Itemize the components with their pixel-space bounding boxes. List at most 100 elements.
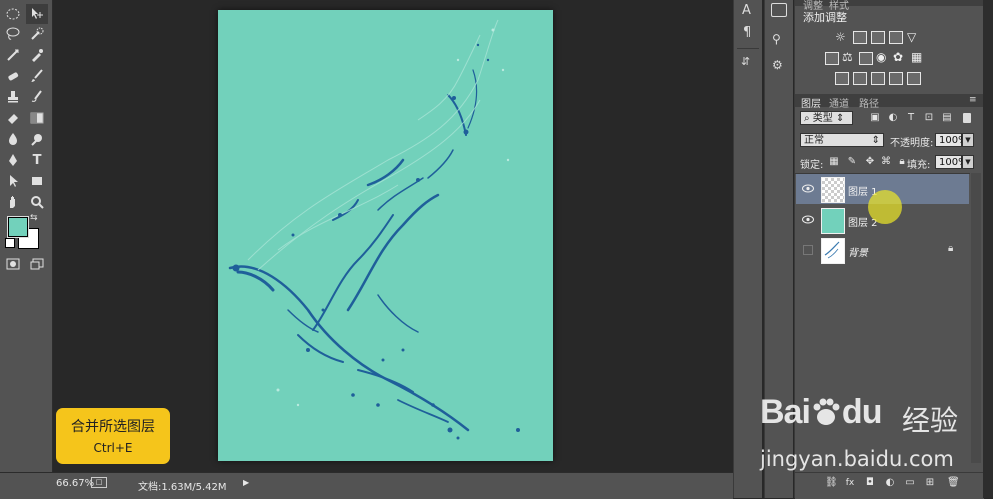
filter-label: 类型 <box>812 113 833 124</box>
tab-layers[interactable]: 图层 <box>801 95 821 110</box>
tool-presets-icon[interactable]: ⚙ <box>772 58 783 72</box>
path-select-tool-icon[interactable] <box>2 171 24 191</box>
quick-mask-icon[interactable] <box>2 254 24 274</box>
tools-panel: T ⇆ <box>0 0 53 478</box>
black-white-icon[interactable] <box>859 52 873 65</box>
color-lookup-icon[interactable]: ▦ <box>911 50 922 64</box>
channel-mixer-icon[interactable]: ✿ <box>893 50 903 64</box>
character-panel-icon[interactable]: A <box>742 3 751 18</box>
baidu-logo: Bai du <box>760 393 882 432</box>
vibrance-icon[interactable] <box>825 52 839 65</box>
opacity-field[interactable]: 100% <box>935 133 968 147</box>
photo-filter-icon[interactable]: ◉ <box>876 50 886 64</box>
filter-type-icon[interactable]: T <box>906 113 916 123</box>
curves-icon[interactable] <box>871 31 885 44</box>
shortcut-keys: Ctrl+E <box>93 441 133 455</box>
layer-row-3[interactable]: 背景 🔒︎ <box>796 235 969 265</box>
filter-toggle[interactable] <box>963 113 971 123</box>
filter-pixel-icon[interactable]: ▣ <box>870 113 880 123</box>
lock-artboard-icon[interactable]: ⌘ <box>881 157 891 167</box>
foreground-color-swatch[interactable] <box>7 216 29 238</box>
status-bar: 66.67% □ 文档:1.63M/5.42M ▶ <box>0 472 733 499</box>
hand-tool-icon[interactable] <box>2 192 24 212</box>
layers-tab-bar <box>795 94 984 107</box>
levels-icon[interactable] <box>853 31 867 44</box>
gradient-map-icon[interactable] <box>907 72 921 85</box>
adjustments-title: 添加调整 <box>803 11 847 24</box>
shortcut-title: 合并所选图层 <box>71 419 155 435</box>
document-canvas[interactable] <box>218 10 553 461</box>
panel-menu-icon[interactable]: ≡ <box>969 95 977 105</box>
layer-thumbnail <box>821 177 845 203</box>
swap-colors-icon[interactable]: ⇆ <box>30 213 40 223</box>
crop-tool-icon[interactable] <box>2 45 24 65</box>
color-balance-icon[interactable]: ⚖ <box>842 50 853 64</box>
baidu-watermark: Bai du 经验 jingyan.baidu.com <box>760 385 990 485</box>
document-size: 文档:1.63M/5.42M <box>138 482 227 493</box>
blend-mode-value: 正常 <box>804 135 824 146</box>
eyedropper-tool-icon[interactable] <box>26 45 48 65</box>
blur-tool-icon[interactable] <box>2 129 24 149</box>
dock-divider <box>737 48 759 49</box>
brightness-icon[interactable]: ☼ <box>835 30 846 44</box>
gradient-map-triangle-icon[interactable]: ▽ <box>907 30 916 44</box>
cursor-highlight <box>868 190 902 224</box>
eraser-tool-icon[interactable] <box>2 108 24 128</box>
marquee-tool-icon[interactable] <box>2 4 24 24</box>
clone-source-icon[interactable]: ⇵ <box>741 55 750 68</box>
lasso-tool-icon[interactable] <box>2 24 24 44</box>
status-menu-arrow-icon[interactable]: ▶ <box>243 478 249 487</box>
lock-position-icon[interactable]: ✥ <box>865 157 875 167</box>
brush-panel-icon[interactable]: ⚲ <box>772 32 781 46</box>
invert-icon[interactable] <box>835 72 849 85</box>
zoom-level[interactable]: 66.67% <box>56 478 94 489</box>
history-brush-icon[interactable] <box>26 87 48 107</box>
layer-name[interactable]: 背景 <box>848 244 868 259</box>
visibility-toggle-empty[interactable] <box>803 245 813 255</box>
jingyan-label: 经验 <box>902 404 959 437</box>
tab-channels[interactable]: 通道 <box>829 95 849 110</box>
exposure-icon[interactable] <box>889 31 903 44</box>
status-icon: □ <box>91 477 107 488</box>
lock-pixels-icon[interactable]: ✎ <box>847 157 857 167</box>
watermark-url: jingyan.baidu.com <box>760 447 954 471</box>
move-tool-icon[interactable] <box>26 4 48 24</box>
threshold-icon[interactable] <box>871 72 885 85</box>
lock-icon: 🔒︎ <box>948 243 954 254</box>
dodge-tool-icon[interactable] <box>26 129 48 149</box>
selective-color-icon[interactable] <box>889 72 903 85</box>
visibility-eye-icon[interactable] <box>802 184 814 193</box>
gradient-tool-icon[interactable] <box>26 108 48 128</box>
dock-column-1: A ¶ ⇵ <box>733 0 762 498</box>
filter-adjustment-icon[interactable]: ◐ <box>888 113 898 123</box>
visibility-eye-icon[interactable] <box>802 215 814 224</box>
opacity-dropdown-icon[interactable]: ▼ <box>962 133 974 147</box>
filter-smart-icon[interactable]: ▤ <box>942 113 952 123</box>
layer-thumbnail <box>821 208 845 234</box>
lock-all-icon[interactable]: 🔒︎ <box>897 157 907 167</box>
tab-paths[interactable]: 路径 <box>859 95 879 110</box>
zoom-tool-icon[interactable] <box>26 192 48 212</box>
screen-mode-icon[interactable] <box>26 254 48 274</box>
layer-filter-select[interactable]: ⌕ 类型 ⇕ <box>800 111 853 125</box>
shortcut-callout: 合并所选图层 Ctrl+E <box>56 408 170 464</box>
healing-brush-icon[interactable] <box>2 66 24 86</box>
filter-shape-icon[interactable]: ⊡ <box>924 113 934 123</box>
lock-transparent-icon[interactable]: ▦ <box>829 157 839 167</box>
lock-label: 锁定: <box>800 160 824 171</box>
rectangle-tool-icon[interactable] <box>26 171 48 191</box>
panel-top-bar <box>795 0 984 6</box>
paragraph-panel-icon[interactable]: ¶ <box>743 25 751 40</box>
default-colors-icon[interactable] <box>5 238 15 248</box>
blend-mode-select[interactable]: 正常 ⇕ <box>800 133 884 147</box>
fill-label: 填充: <box>907 160 931 171</box>
brush-tool-icon[interactable] <box>26 66 48 86</box>
history-panel-icon[interactable] <box>771 3 787 17</box>
clone-stamp-icon[interactable] <box>2 87 24 107</box>
quick-select-tool-icon[interactable] <box>26 24 48 44</box>
type-tool-icon[interactable]: T <box>26 150 48 170</box>
posterize-icon[interactable] <box>853 72 867 85</box>
pen-tool-icon[interactable] <box>2 150 24 170</box>
fill-field[interactable]: 100% <box>935 155 968 169</box>
fill-dropdown-icon[interactable]: ▼ <box>962 155 974 169</box>
